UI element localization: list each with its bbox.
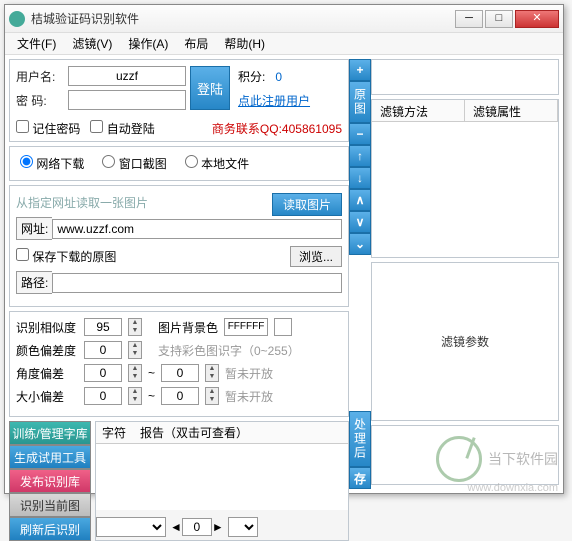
menu-layout[interactable]: 布局 <box>176 33 216 54</box>
caret-down-button[interactable]: ∨ <box>349 211 371 233</box>
read-image-button[interactable]: 读取图片 <box>272 193 342 216</box>
similarity-spinner[interactable]: ▲▼ <box>128 318 142 336</box>
save-original-checkbox[interactable]: 保存下载的原图 <box>16 248 116 265</box>
contact-text: 商务联系QQ:405861095 <box>212 120 342 137</box>
menu-action[interactable]: 操作(A) <box>120 33 176 54</box>
path-input[interactable] <box>52 273 342 293</box>
watermark-logo-icon <box>436 436 482 482</box>
sizedev-na: 暂未开放 <box>225 388 273 405</box>
sizedev-input2[interactable] <box>161 387 199 405</box>
colordev-label: 颜色偏差度 <box>16 342 78 359</box>
remember-checkbox[interactable]: 记住密码 <box>16 120 80 137</box>
window-title: 桔城验证码识别软件 <box>31 10 453 27</box>
autologin-checkbox[interactable]: 自动登陆 <box>90 120 154 137</box>
generate-button[interactable]: 生成试用工具 <box>9 445 91 469</box>
sizedev-label: 大小偏差 <box>16 388 78 405</box>
filter-params-panel: 滤镜参数 <box>371 262 559 421</box>
points-label: 积分: <box>238 70 265 84</box>
processed-label: 处理后 <box>349 411 371 467</box>
filter-attr-header: 滤镜属性 <box>465 100 558 121</box>
page-input[interactable] <box>182 518 212 536</box>
radio-net-download[interactable]: 网络下载 <box>20 155 84 172</box>
menu-file[interactable]: 文件(F) <box>9 33 64 54</box>
bottom-combo1[interactable] <box>96 517 166 537</box>
register-link[interactable]: 点此注册用户 <box>238 92 342 109</box>
angledev-input1[interactable] <box>84 364 122 382</box>
colordev-input[interactable] <box>84 341 122 359</box>
char-header: 字符 <box>102 424 126 441</box>
plus-button[interactable]: + <box>349 59 371 81</box>
minimize-button[interactable]: ─ <box>455 10 483 28</box>
password-label: 密 码: <box>16 92 64 109</box>
similarity-label: 识别相似度 <box>16 319 78 336</box>
next-icon[interactable]: ► <box>212 520 224 534</box>
minus-button[interactable]: − <box>349 123 371 145</box>
bottom-combo2[interactable] <box>228 517 258 537</box>
filter-list[interactable] <box>372 122 558 257</box>
caret-up-button[interactable]: ∧ <box>349 189 371 211</box>
bgcolor-swatch[interactable] <box>274 318 292 336</box>
username-input[interactable] <box>68 66 186 86</box>
publish-button[interactable]: 发布识别库 <box>9 469 91 493</box>
recognize-button[interactable]: 识别当前图 <box>9 493 91 517</box>
preview-top <box>371 59 559 95</box>
original-label: 原图 <box>349 81 371 123</box>
angledev-na: 暂未开放 <box>225 365 273 382</box>
url-input[interactable] <box>52 219 342 239</box>
similarity-input[interactable] <box>84 318 122 336</box>
char-list[interactable] <box>96 444 348 510</box>
prev-icon[interactable]: ◄ <box>170 520 182 534</box>
bgcolor-label: 图片背景色 <box>158 319 218 336</box>
save-button[interactable]: 存 <box>349 467 371 489</box>
login-button[interactable]: 登陆 <box>190 66 230 110</box>
up-arrow-button[interactable]: ↑ <box>349 145 371 167</box>
titlebar: 桔城验证码识别软件 ─ □ ✕ <box>5 5 563 33</box>
username-label: 用户名: <box>16 68 64 85</box>
colordev-spinner[interactable]: ▲▼ <box>128 341 142 359</box>
close-button[interactable]: ✕ <box>515 10 559 28</box>
password-input[interactable] <box>68 90 186 110</box>
down-arrow-button[interactable]: ↓ <box>349 167 371 189</box>
bgcolor-value[interactable]: FFFFFF <box>224 318 268 336</box>
filter-method-header: 滤镜方法 <box>372 100 465 121</box>
sizedev-input1[interactable] <box>84 387 122 405</box>
menu-filter[interactable]: 滤镜(V) <box>64 33 120 54</box>
download-hint: 从指定网址读取一张图片 <box>16 194 148 211</box>
menu-help[interactable]: 帮助(H) <box>216 33 273 54</box>
angledev-input2[interactable] <box>161 364 199 382</box>
report-header: 报告（双击可查看） <box>140 424 248 441</box>
train-button[interactable]: 训练/管理字库 <box>9 421 91 445</box>
app-icon <box>9 11 25 27</box>
maximize-button[interactable]: □ <box>485 10 513 28</box>
points-value: 0 <box>275 70 282 84</box>
browse-button[interactable]: 浏览... <box>290 246 342 267</box>
menubar: 文件(F) 滤镜(V) 操作(A) 布局 帮助(H) <box>5 33 563 55</box>
colordev-hint: 支持彩色图识字（0~255） <box>158 342 300 359</box>
angledev-label: 角度偏差 <box>16 365 78 382</box>
refresh-recognize-button[interactable]: 刷新后识别 <box>9 517 91 541</box>
watermark: 当下软件园 www.downxia.com <box>436 436 558 494</box>
path-label: 路径: <box>16 271 52 294</box>
radio-window-shot[interactable]: 窗口截图 <box>102 155 166 172</box>
url-label: 网址: <box>16 217 52 240</box>
double-down-button[interactable]: ⌄ <box>349 233 371 255</box>
radio-local-file[interactable]: 本地文件 <box>185 155 249 172</box>
